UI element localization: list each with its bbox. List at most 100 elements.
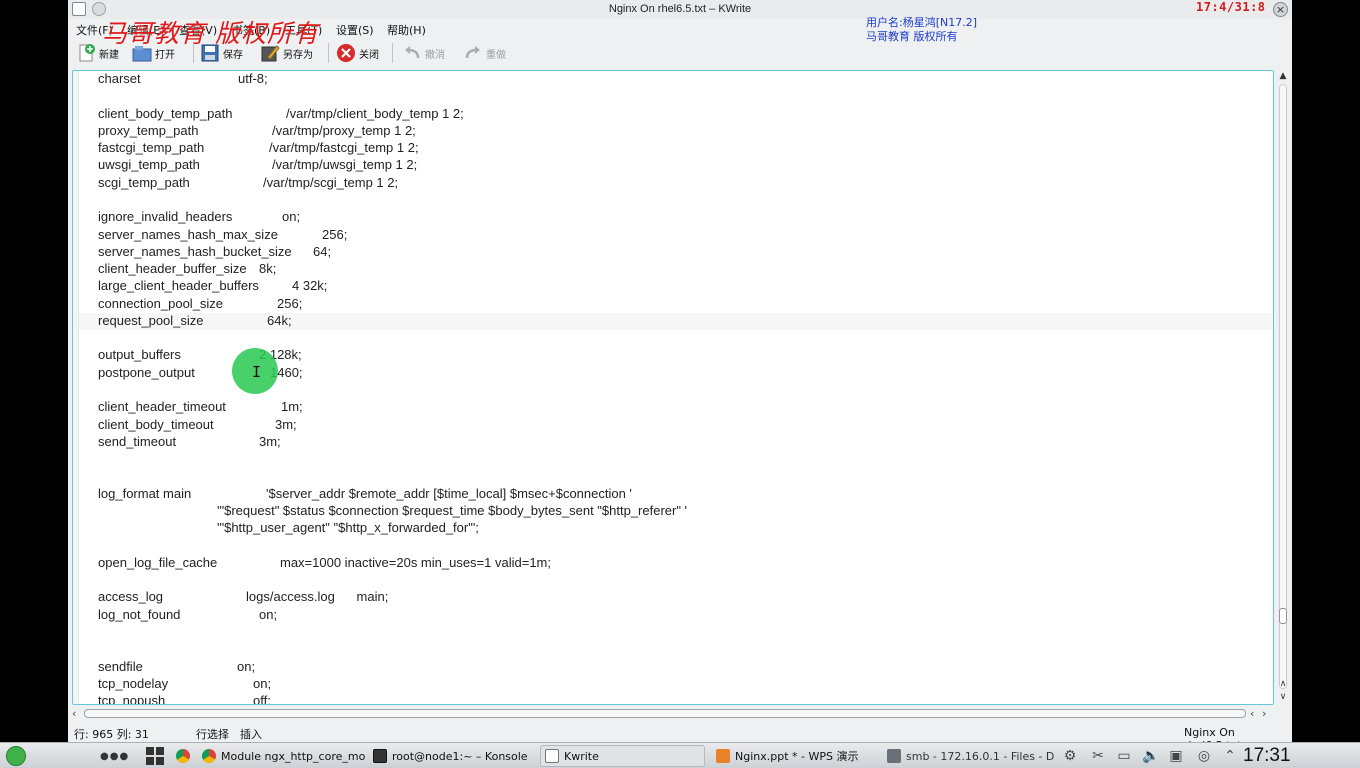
- directive-value: off;: [253, 693, 271, 705]
- start-menu-button[interactable]: [2, 745, 26, 767]
- directive-value: /var/tmp/scgi_temp 1 2;: [263, 174, 399, 190]
- directive-name: open_log_file_cache: [98, 554, 218, 570]
- menu-bar: 文件(F) 编辑(E) 查看(V) 书签(B) 工具(T) 设置(S) 帮助(H…: [68, 19, 1292, 39]
- scroll-left-small-icon[interactable]: ‹: [1250, 707, 1254, 720]
- taskbar-clock[interactable]: 17:31: [1243, 745, 1291, 767]
- settings-gear-icon[interactable]: ⚙: [1062, 748, 1078, 764]
- redo-label: 重做: [486, 49, 506, 61]
- files-icon: [887, 749, 901, 763]
- save-icon: [200, 43, 220, 63]
- workspace-dots-icon: ●●●: [100, 750, 130, 762]
- directive-value: 3m;: [259, 433, 281, 449]
- wps-presentation-icon: [716, 749, 730, 763]
- start-icon: [6, 746, 26, 766]
- directive-value: 256;: [277, 295, 303, 311]
- scroll-up-icon[interactable]: ▲: [1277, 70, 1289, 82]
- menu-file[interactable]: 文件(F): [76, 22, 113, 38]
- directive-name: server_names_hash_bucket_size: [98, 243, 292, 259]
- chrome-launcher[interactable]: [172, 745, 195, 767]
- directive-name: charset: [98, 71, 141, 86]
- task-kwrite[interactable]: Kwrite: [540, 745, 705, 767]
- horizontal-scrollbar[interactable]: ‹ ‹ ›: [68, 706, 1292, 721]
- tray-expand-icon[interactable]: ⌃: [1222, 748, 1238, 764]
- directive-name: sendfile: [98, 658, 143, 674]
- task-files[interactable]: smb - 172.16.0.1 - Files - D: [883, 745, 1054, 767]
- selection-mode[interactable]: 行选择: [196, 726, 229, 742]
- save-button[interactable]: 保存: [200, 41, 243, 65]
- text-editor-area[interactable]: charset utf-8; client_body_temp_path/var/t…: [72, 70, 1274, 705]
- undo-icon: [402, 43, 422, 63]
- kwrite-icon: [545, 749, 559, 763]
- scroll-up-small-icon[interactable]: ∧: [1277, 678, 1289, 690]
- directive-value: 8k;: [259, 261, 277, 277]
- toolbar-separator: [392, 43, 393, 63]
- directive-value: 64;: [313, 243, 332, 259]
- menu-bookmarks[interactable]: 书签(B): [232, 22, 270, 38]
- title-bar[interactable]: Nginx On rhel6.5.txt – KWrite 17:4/31:8 …: [68, 0, 1292, 19]
- directive-value: '"$request" $status $connection $request…: [217, 503, 688, 518]
- directive-value: /var/tmp/proxy_temp 1 2;: [272, 122, 416, 138]
- directive-name: ignore_invalid_headers: [98, 209, 233, 225]
- directive-value: /var/tmp/uwsgi_temp 1 2;: [272, 157, 418, 173]
- workspace-dots[interactable]: ●●●: [96, 745, 129, 767]
- directive-value: 4 32k;: [292, 278, 328, 294]
- menu-settings[interactable]: 设置(S): [336, 22, 374, 38]
- directive-name: postpone_output: [98, 364, 195, 380]
- directive-name: proxy_temp_path: [98, 122, 199, 138]
- insert-mode[interactable]: 插入: [240, 726, 262, 742]
- directive-name: uwsgi_temp_path: [98, 157, 200, 173]
- kwrite-window: Nginx On rhel6.5.txt – KWrite 17:4/31:8 …: [68, 0, 1292, 752]
- new-button[interactable]: 新建: [76, 41, 119, 65]
- directive-value: logs/access.log main;: [246, 589, 389, 605]
- current-line-highlight: [79, 313, 1273, 330]
- directive-value: 1m;: [281, 399, 303, 415]
- task-wps[interactable]: Nginx.ppt * - WPS 演示: [712, 745, 858, 767]
- new-document-icon: [76, 43, 96, 63]
- network-icon[interactable]: ▣: [1168, 748, 1184, 764]
- menu-view[interactable]: 查看(V): [179, 22, 217, 38]
- task-konsole[interactable]: root@node1:~ – Konsole: [369, 745, 528, 767]
- scroll-left-icon[interactable]: ‹: [72, 707, 76, 720]
- save-as-button[interactable]: 另存为: [260, 41, 313, 65]
- task-label: Module ngx_http_core_mo: [221, 749, 366, 763]
- save-as-icon: [260, 43, 280, 63]
- update-icon[interactable]: ◎: [1196, 748, 1212, 764]
- toolbar-separator: [193, 43, 194, 63]
- taskbar: ●●● Module ngx_http_core_mo root@node1:~…: [0, 742, 1360, 768]
- directive-name: scgi_temp_path: [98, 174, 190, 190]
- directive-value: on;: [282, 209, 301, 225]
- directive-value: 256;: [322, 226, 348, 242]
- menu-help[interactable]: 帮助(H): [387, 22, 426, 38]
- scroll-right-icon[interactable]: ›: [1262, 707, 1266, 720]
- directive-value: on;: [253, 675, 272, 691]
- close-icon: [336, 43, 356, 63]
- redo-icon: [463, 43, 483, 63]
- scissors-icon[interactable]: ✂: [1090, 748, 1106, 764]
- redo-button[interactable]: 重做: [463, 41, 506, 65]
- scroll-down-icon[interactable]: ∨: [1277, 691, 1289, 703]
- chrome-icon: [202, 749, 216, 763]
- directive-name: client_body_temp_path: [98, 105, 233, 121]
- directive-name: client_header_buffer_size: [98, 261, 247, 277]
- window-title: Nginx On rhel6.5.txt – KWrite: [608, 3, 752, 15]
- vertical-scrollbar[interactable]: ▲ ∧ ∨: [1276, 70, 1290, 705]
- menu-tools[interactable]: 工具(T): [285, 22, 322, 38]
- toolbar: 新建 打开 保存 另存为 关闭 撤消 重做: [68, 39, 1292, 67]
- horizontal-scroll-track[interactable]: [84, 709, 1246, 718]
- vertical-scroll-thumb[interactable]: [1279, 608, 1287, 624]
- directive-value: on;: [237, 658, 256, 674]
- keyboard-icon[interactable]: ▭: [1116, 748, 1132, 764]
- open-button[interactable]: 打开: [132, 41, 175, 65]
- vertical-scroll-track[interactable]: [1279, 84, 1287, 689]
- menu-edit[interactable]: 编辑(E): [127, 22, 165, 38]
- volume-icon[interactable]: 🔈: [1142, 748, 1159, 764]
- close-button[interactable]: 关闭: [336, 41, 379, 65]
- pager[interactable]: [142, 745, 164, 767]
- directive-name: access_log: [98, 589, 164, 605]
- editor-gutter: [73, 71, 79, 704]
- undo-button[interactable]: 撤消: [402, 41, 445, 65]
- window-close-button[interactable]: ×: [1273, 2, 1288, 17]
- status-bar: 行: 965 列: 31 行选择 插入 Nginx On rhel6.5.txt: [68, 722, 1292, 752]
- new-label: 新建: [99, 49, 119, 61]
- task-browser[interactable]: Module ngx_http_core_mo: [198, 745, 365, 767]
